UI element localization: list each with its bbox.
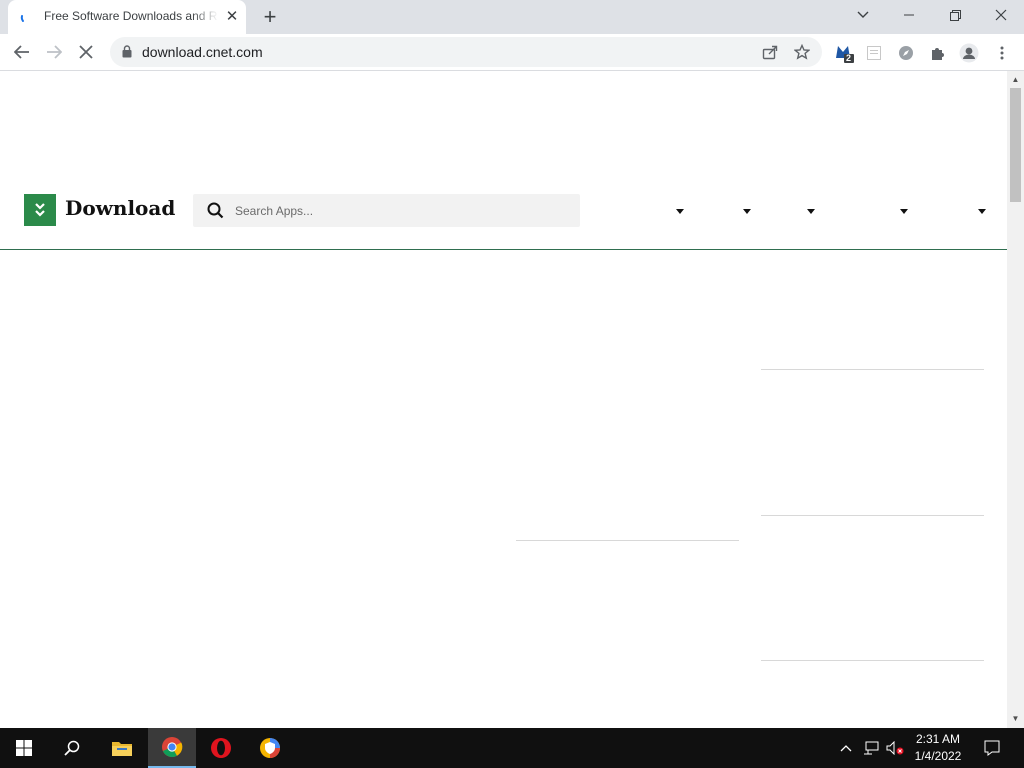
site-header: Download — [0, 177, 1007, 250]
scroll-up-arrow-icon[interactable]: ▲ — [1007, 73, 1024, 87]
clock-time: 2:31 AM — [915, 732, 961, 746]
restore-icon — [949, 9, 961, 21]
content-divider — [516, 540, 739, 541]
nav-dropdown-caret-icon[interactable] — [743, 209, 751, 214]
browser-tab[interactable]: Free Software Downloads and Reviews ✕ — [8, 0, 246, 34]
windows-logo-icon — [16, 740, 32, 756]
show-hidden-icons-button[interactable] — [838, 728, 854, 768]
volume-muted-icon — [886, 741, 904, 755]
nav-dropdown-caret-icon[interactable] — [978, 209, 986, 214]
taskbar-clock[interactable]: 2:31 AM 1/4/2022 — [906, 731, 970, 765]
loading-spinner-icon — [20, 15, 24, 22]
content-divider — [761, 515, 984, 516]
extension-badge: 2 — [846, 53, 852, 63]
file-explorer-taskbar-button[interactable] — [98, 728, 146, 768]
search-icon — [64, 740, 80, 756]
close-icon — [995, 9, 1007, 21]
lock-icon — [122, 45, 132, 58]
nav-dropdown-caret-icon[interactable] — [676, 209, 684, 214]
clock-date: 1/4/2022 — [914, 749, 962, 763]
search-input[interactable] — [233, 194, 563, 227]
compass-extension-icon — [899, 46, 913, 60]
close-tab-icon[interactable]: ✕ — [224, 9, 240, 25]
nav-dropdown-caret-icon[interactable] — [900, 209, 908, 214]
scroll-down-arrow-icon[interactable]: ▼ — [1007, 712, 1024, 726]
browser-taskbar-button[interactable] — [246, 728, 294, 768]
content-divider — [761, 660, 984, 661]
extension-button-3[interactable] — [895, 42, 917, 64]
folder-icon — [112, 742, 132, 756]
tab-search-button[interactable] — [840, 0, 886, 30]
share-icon — [762, 45, 778, 60]
stop-icon — [79, 45, 93, 59]
more-vertical-icon — [1000, 46, 1004, 60]
opera-icon — [211, 738, 231, 758]
download-logo-mark[interactable] — [24, 194, 56, 226]
stop-loading-button[interactable] — [72, 38, 100, 66]
network-tray-button[interactable] — [860, 728, 882, 768]
restore-button[interactable] — [932, 0, 978, 30]
volume-tray-button[interactable] — [884, 728, 906, 768]
close-window-button[interactable] — [978, 0, 1024, 30]
chrome-taskbar-button[interactable] — [148, 728, 196, 768]
page-scrollbar[interactable]: ▲ ▼ — [1007, 71, 1024, 728]
minimize-button[interactable] — [886, 0, 932, 30]
browser-toolbar: download.cnet.com 2 — [0, 34, 1024, 71]
nav-dropdown-caret-icon[interactable] — [807, 209, 815, 214]
new-tab-button[interactable]: + — [260, 6, 280, 28]
tab-strip: Free Software Downloads and Reviews ✕ + — [0, 0, 1024, 34]
minimize-icon — [904, 14, 914, 16]
back-button[interactable] — [8, 38, 36, 66]
scrollbar-thumb[interactable] — [1010, 88, 1021, 202]
document-extension-icon — [867, 46, 881, 60]
malwarebytes-extension[interactable]: 2 — [834, 42, 856, 64]
opera-taskbar-button[interactable] — [197, 728, 245, 768]
action-center-button[interactable] — [978, 728, 1006, 768]
star-icon — [794, 44, 810, 60]
search-icon — [207, 202, 224, 219]
browser-menu-button[interactable] — [991, 42, 1013, 64]
profile-button[interactable] — [958, 42, 980, 64]
chevron-down-icon — [857, 11, 869, 18]
content-divider — [761, 369, 984, 370]
forward-button[interactable] — [40, 38, 68, 66]
taskbar-search-button[interactable] — [48, 728, 96, 768]
address-bar[interactable]: download.cnet.com — [110, 37, 822, 67]
extension-button-2[interactable] — [863, 42, 885, 64]
shield-browser-icon — [260, 738, 280, 758]
chrome-icon — [162, 737, 183, 758]
url-text: download.cnet.com — [142, 44, 263, 60]
chevron-up-icon — [840, 745, 852, 752]
puzzle-icon — [932, 48, 944, 60]
extensions-menu-button[interactable] — [927, 42, 949, 64]
notification-icon — [984, 740, 1000, 756]
back-arrow-icon — [14, 45, 29, 59]
start-button[interactable] — [0, 728, 48, 768]
share-button[interactable] — [760, 42, 780, 62]
site-logo-text[interactable]: Download — [65, 196, 175, 220]
profile-avatar-icon — [959, 43, 979, 63]
windows-taskbar: 2:31 AM 1/4/2022 — [0, 728, 1024, 768]
forward-arrow-icon — [47, 45, 62, 59]
app-search-box[interactable] — [193, 194, 580, 227]
tab-title: Free Software Downloads and Reviews — [44, 9, 218, 23]
bookmark-button[interactable] — [792, 42, 812, 62]
malwarebytes-icon — [836, 46, 854, 63]
page-viewport: Download — [0, 71, 1007, 728]
double-chevron-down-icon — [35, 203, 45, 217]
network-icon — [864, 741, 879, 755]
